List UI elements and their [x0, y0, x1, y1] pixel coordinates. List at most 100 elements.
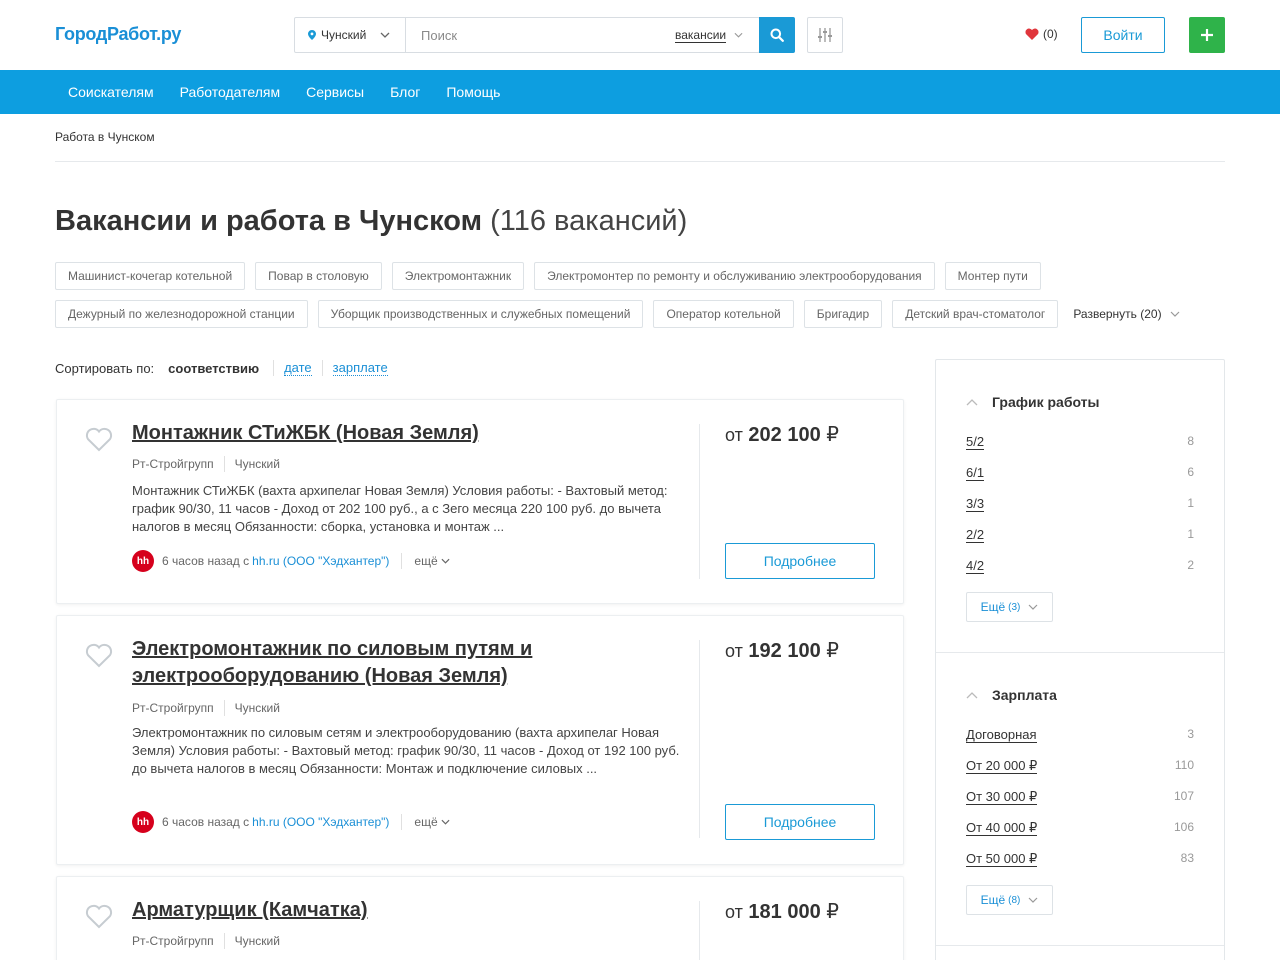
divider	[401, 553, 403, 569]
company-name[interactable]: Рт-Стройгрупп	[132, 457, 214, 471]
nav-item-services[interactable]: Сервисы	[293, 70, 377, 114]
ruble-icon: ₽	[826, 424, 840, 446]
divider	[273, 360, 275, 376]
hh-logo-icon: hh	[132, 550, 154, 572]
vacancy-count: (116 вакансий)	[490, 205, 688, 237]
filter-item-count: 1	[1187, 527, 1194, 541]
vacancy-title[interactable]: Электромонтажник по силовым путям и элек…	[132, 636, 612, 690]
location-pin-icon	[308, 30, 316, 40]
filter-item-count: 8	[1187, 434, 1194, 448]
filter-section-title: Зарплата	[992, 687, 1057, 703]
tag[interactable]: Дежурный по железнодорожной станции	[55, 300, 308, 328]
chevron-down-icon	[380, 32, 390, 38]
divider	[401, 814, 403, 830]
filter-item[interactable]: 5/2 8	[966, 434, 1194, 450]
search-button[interactable]	[759, 17, 795, 53]
tag[interactable]: Машинист-кочегар котельной	[55, 262, 246, 290]
expand-tags-button[interactable]: Развернуть (20)	[1068, 300, 1180, 328]
filter-item[interactable]: От 20 000 ₽ 110	[966, 758, 1194, 774]
add-button[interactable]	[1189, 17, 1225, 53]
chevron-down-icon	[1170, 311, 1180, 317]
favorites-link[interactable]: (0)	[1025, 27, 1058, 41]
salary-value: 202 100	[748, 424, 821, 446]
filter-item[interactable]: 2/2 1	[966, 527, 1194, 543]
search-input[interactable]	[407, 18, 667, 52]
show-more-count: (3)	[1008, 601, 1021, 613]
source-link[interactable]: hh.ru (ООО "Хэдхантер")	[252, 815, 389, 829]
salary-from: от	[725, 641, 743, 661]
heart-outline-icon[interactable]	[85, 903, 113, 929]
filter-item[interactable]: От 40 000 ₽ 106	[966, 820, 1194, 836]
vacancy-title[interactable]: Монтажник СТиЖБК (Новая Земля)	[132, 420, 612, 447]
company-name[interactable]: Рт-Стройгрупп	[132, 701, 214, 715]
hh-logo-icon: hh	[132, 811, 154, 833]
filters-sidebar: График работы 5/2 8 6/1 6 3/3 1 2/2 1 4/2 2 Е…	[935, 359, 1225, 960]
tag[interactable]: Детский врач-стоматолог	[892, 300, 1059, 328]
search-type-select[interactable]: вакансии	[675, 18, 743, 52]
more-dropdown[interactable]: ещё	[414, 815, 450, 829]
filter-item-count: 6	[1187, 465, 1194, 479]
tag[interactable]: Электромонтер по ремонту и обслуживанию …	[534, 262, 935, 290]
tag[interactable]: Монтер пути	[944, 262, 1041, 290]
divider	[223, 933, 225, 949]
filter-item[interactable]: 6/1 6	[966, 465, 1194, 481]
vacancy-card: Арматурщик (Камчатка) Рт-Стройгрупп Чунс…	[56, 876, 904, 960]
filter-item-label: 4/2	[966, 558, 985, 574]
vacancy-city: Чунский	[234, 457, 280, 471]
heart-outline-icon[interactable]	[85, 642, 113, 668]
filter-item[interactable]: 3/3 1	[966, 496, 1194, 512]
nav-item-blog[interactable]: Блог	[377, 70, 433, 114]
city-select[interactable]: Чунский	[295, 18, 406, 52]
tag[interactable]: Уборщик производственных и служебных пом…	[317, 300, 644, 328]
details-button[interactable]: Подробнее	[725, 543, 875, 579]
page-title-text: Вакансии и работа в Чунском	[55, 205, 483, 237]
tag[interactable]: Электромонтажник	[391, 262, 525, 290]
show-more-count: (8)	[1008, 894, 1021, 906]
filter-item[interactable]: 4/2 2	[966, 558, 1194, 574]
company-name[interactable]: Рт-Стройгрупп	[132, 934, 214, 948]
login-button[interactable]: Войти	[1081, 17, 1165, 53]
tag[interactable]: Оператор котельной	[653, 300, 794, 328]
filter-section-salary-header[interactable]: Зарплата	[966, 687, 1057, 703]
divider	[223, 456, 225, 472]
nav-item-job-seekers[interactable]: Соискателям	[55, 70, 167, 114]
chevron-down-icon	[734, 32, 743, 38]
sort-bar: Сортировать по: соответствию дате зарпла…	[55, 360, 398, 376]
show-more-salary-button[interactable]: Ещё (8)	[966, 885, 1053, 915]
show-more-schedule-button[interactable]: Ещё (3)	[966, 592, 1053, 622]
tag[interactable]: Повар в столовую	[255, 262, 382, 290]
tag[interactable]: Бригадир	[803, 300, 883, 328]
filter-item-count: 3	[1187, 727, 1194, 741]
sort-option-relevance[interactable]: соответствию	[168, 361, 259, 376]
sort-option-date[interactable]: дате	[284, 360, 312, 376]
filter-item[interactable]: Договорная 3	[966, 727, 1194, 743]
filters-button[interactable]	[807, 17, 843, 53]
chevron-up-icon	[966, 691, 978, 698]
filter-section-schedule-header[interactable]: График работы	[966, 394, 1100, 410]
show-more-label: Ещё	[980, 893, 1006, 907]
breadcrumb[interactable]: Работа в Чунском	[55, 130, 155, 144]
divider	[699, 424, 700, 579]
salary-from: от	[725, 902, 743, 922]
search-icon	[770, 28, 784, 42]
sort-option-salary[interactable]: зарплате	[332, 360, 388, 376]
vacancy-description: Монтажник СТиЖБК (вахта архипелаг Новая …	[132, 483, 668, 534]
vacancy-meta: Рт-Стройгрупп Чунский	[132, 456, 280, 472]
filter-item-count: 107	[1173, 789, 1194, 803]
details-button[interactable]: Подробнее	[725, 804, 875, 840]
vacancy-title[interactable]: Арматурщик (Камчатка)	[132, 897, 612, 924]
vacancy-description: Электромонтажник по силовым сетям и элек…	[132, 725, 680, 776]
filter-item-count: 1	[1187, 496, 1194, 510]
vacancy-city: Чунский	[234, 934, 280, 948]
expand-tags-label: Развернуть (20)	[1073, 307, 1162, 321]
ruble-icon: ₽	[826, 901, 840, 923]
filter-item[interactable]: От 50 000 ₽ 83	[966, 851, 1194, 867]
filter-item[interactable]: От 30 000 ₽ 107	[966, 789, 1194, 805]
source-link[interactable]: hh.ru (ООО "Хэдхантер")	[252, 554, 389, 568]
site-logo[interactable]: ГородРабот.ру	[55, 24, 181, 45]
nav-item-help[interactable]: Помощь	[433, 70, 513, 114]
more-dropdown[interactable]: ещё	[414, 554, 450, 568]
nav-item-employers[interactable]: Работодателям	[167, 70, 294, 114]
heart-outline-icon[interactable]	[85, 426, 113, 452]
vacancy-salary: от 192 100 ₽	[725, 638, 839, 663]
